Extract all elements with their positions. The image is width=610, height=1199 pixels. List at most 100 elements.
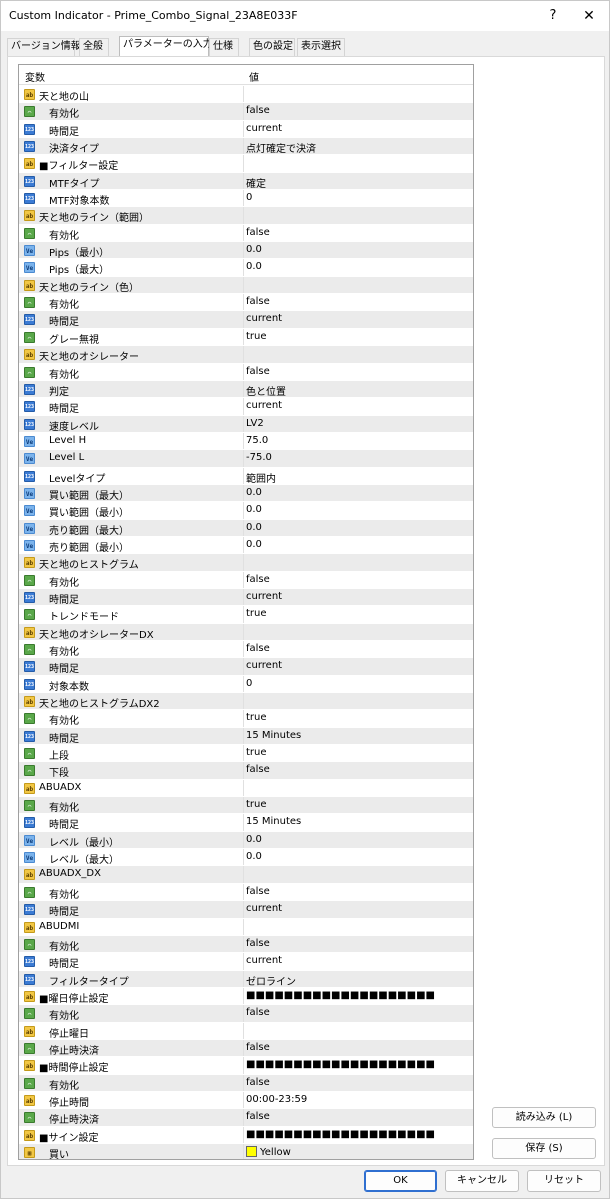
parameter-row[interactable]: 123 MTF対象本数 0 xyxy=(19,190,473,208)
parameter-row[interactable]: 123 MTFタイプ 確定 xyxy=(19,172,473,191)
cancel-button[interactable]: キャンセル xyxy=(445,1170,519,1192)
parameter-value[interactable]: 0.0 xyxy=(246,539,262,550)
parameter-value[interactable]: false xyxy=(246,643,270,654)
parameter-row[interactable]: 123 時間足 current xyxy=(19,588,473,607)
parameter-row[interactable]: ab ■フィルター設定 xyxy=(19,155,473,173)
parameter-row[interactable]: 123 時間足 current xyxy=(19,658,473,676)
parameter-row[interactable]: ⌒ 有効化 false xyxy=(19,1005,473,1023)
parameter-value[interactable]: Yellow xyxy=(246,1145,291,1158)
parameter-value[interactable]: false xyxy=(246,1042,270,1053)
parameter-value[interactable]: 範囲内 xyxy=(246,470,276,485)
parameter-row[interactable]: ab ABUADX xyxy=(19,779,473,798)
parameter-value[interactable]: 0.0 xyxy=(246,487,262,498)
parameter-row[interactable]: 123 対象本数 0 xyxy=(19,675,473,694)
parameter-value[interactable]: 15 Minutes xyxy=(246,730,301,741)
parameter-value[interactable]: current xyxy=(246,660,282,671)
parameter-row[interactable]: ⌒ トレンドモード true xyxy=(19,606,473,624)
parameter-value[interactable]: ■■■■■■■■■■■■■■■■■■■■ xyxy=(246,990,435,1001)
ok-button[interactable]: OK xyxy=(364,1170,437,1192)
parameter-row[interactable]: ab 天と地のライン（範囲） xyxy=(19,207,473,225)
parameter-row[interactable]: Ve Level L -75.0 xyxy=(19,450,473,468)
parameter-value[interactable]: 色と位置 xyxy=(246,383,286,398)
parameter-value[interactable]: 0.0 xyxy=(246,244,262,255)
parameter-value[interactable]: true xyxy=(246,331,267,342)
parameter-row[interactable]: 123 時間足 current xyxy=(19,398,473,416)
parameter-value[interactable]: 0 xyxy=(246,192,252,203)
tab-color-settings[interactable]: 色の設定 xyxy=(249,38,295,56)
parameter-value[interactable]: ■■■■■■■■■■■■■■■■■■■■ xyxy=(246,1129,435,1140)
parameter-value[interactable]: false xyxy=(246,1077,270,1088)
parameter-row[interactable]: ⌒ 有効化 false xyxy=(19,1074,473,1092)
parameter-value[interactable]: 00:00-23:59 xyxy=(246,1094,307,1105)
parameter-row[interactable]: ⌒ 有効化 true xyxy=(19,797,473,815)
parameter-row[interactable]: ab 停止曜日 xyxy=(19,1022,473,1040)
help-button[interactable]: ? xyxy=(543,6,563,26)
parameter-row[interactable]: ab ■時間停止設定 ■■■■■■■■■■■■■■■■■■■■ xyxy=(19,1057,473,1075)
parameter-row[interactable]: ⌒ 有効化 false xyxy=(19,571,473,589)
parameter-value[interactable]: 0.0 xyxy=(246,261,262,272)
tab-version-info[interactable]: バージョン情報 xyxy=(7,38,81,56)
parameter-row[interactable]: ab ■曜日停止設定 ■■■■■■■■■■■■■■■■■■■■ xyxy=(19,987,473,1006)
parameter-row[interactable]: 123 速度レベル LV2 xyxy=(19,415,473,433)
tab-parameter-input[interactable]: パラメーターの入力 xyxy=(119,36,213,57)
parameter-row[interactable]: Ve Pips（最小） 0.0 xyxy=(19,242,473,260)
parameter-row[interactable]: 123 時間足 current xyxy=(19,901,473,919)
parameter-value[interactable]: current xyxy=(246,313,282,324)
parameter-value[interactable]: 点灯確定で決済 xyxy=(246,140,316,155)
parameter-value[interactable]: current xyxy=(246,903,282,914)
close-button[interactable]: ✕ xyxy=(579,6,599,26)
parameter-row[interactable]: Ve 買い範囲（最大） 0.0 xyxy=(19,484,473,503)
parameter-row[interactable]: Ve レベル（最小） 0.0 xyxy=(19,831,473,850)
save-button[interactable]: 保存 (S) xyxy=(492,1138,596,1159)
tab-display-selection[interactable]: 表示選択 xyxy=(297,38,345,56)
parameter-row[interactable]: 123 フィルタータイプ ゼロライン xyxy=(19,970,473,988)
parameter-value[interactable]: current xyxy=(246,591,282,602)
parameter-row[interactable]: ⌒ 停止時決済 false xyxy=(19,1039,473,1058)
parameter-row[interactable]: Ve 売り範囲（最大） 0.0 xyxy=(19,519,473,537)
parameter-row[interactable]: Ve Level H 75.0 xyxy=(19,432,473,451)
parameter-row[interactable]: 123 時間足 15 Minutes xyxy=(19,727,473,746)
parameter-value[interactable]: 0.0 xyxy=(246,851,262,862)
parameter-value[interactable]: 15 Minutes xyxy=(246,816,301,827)
parameter-value[interactable]: true xyxy=(246,747,267,758)
parameter-value[interactable]: LV2 xyxy=(246,418,264,429)
parameter-row[interactable]: Ve 売り範囲（最小） 0.0 xyxy=(19,536,473,555)
parameter-row[interactable]: 123 決済タイプ 点灯確定で決済 xyxy=(19,138,473,156)
parameter-row[interactable]: ⌒ グレー無視 true xyxy=(19,328,473,347)
parameter-value[interactable]: false xyxy=(246,105,270,116)
parameter-row[interactable]: Ve レベル（最大） 0.0 xyxy=(19,849,473,867)
parameter-row[interactable]: 123 判定 色と位置 xyxy=(19,380,473,399)
column-header-value[interactable]: 値 xyxy=(249,69,259,84)
load-button[interactable]: 読み込み (L) xyxy=(492,1107,596,1128)
parameter-value[interactable]: current xyxy=(246,123,282,134)
parameter-value[interactable]: false xyxy=(246,574,270,585)
parameter-row[interactable]: ab 停止時間 00:00-23:59 xyxy=(19,1091,473,1110)
parameter-row[interactable]: ab 天と地のオシレーターDX xyxy=(19,623,473,641)
parameter-row[interactable]: ab 天と地のヒストグラム xyxy=(19,554,473,572)
parameter-row[interactable]: ⌒ 有効化 false xyxy=(19,883,473,902)
parameter-row[interactable]: ⌒ 有効化 false xyxy=(19,641,473,659)
tab-general[interactable]: 全般 xyxy=(79,38,109,56)
parameter-row[interactable]: 123 時間足 current xyxy=(19,953,473,971)
parameter-row[interactable]: ⌒ 有効化 false xyxy=(19,294,473,312)
parameter-value[interactable]: current xyxy=(246,955,282,966)
parameter-value[interactable]: current xyxy=(246,400,282,411)
parameter-row[interactable]: ⌒ 有効化 false xyxy=(19,103,473,121)
parameter-row[interactable]: ab ■サイン設定 ■■■■■■■■■■■■■■■■■■■■ xyxy=(19,1126,473,1144)
parameter-value[interactable]: false xyxy=(246,227,270,238)
parameter-row[interactable]: 123 時間足 15 Minutes xyxy=(19,814,473,832)
parameter-value[interactable]: ゼロライン xyxy=(246,973,296,988)
parameter-value[interactable]: true xyxy=(246,799,267,810)
parameter-row[interactable]: ab ABUADX_DX xyxy=(19,866,473,884)
parameter-row[interactable]: ⌒ 有効化 false xyxy=(19,224,473,243)
parameter-row[interactable]: ⌒ 有効化 false xyxy=(19,363,473,381)
parameter-row[interactable]: ⌒ 下段 false xyxy=(19,762,473,780)
parameter-value[interactable]: 0.0 xyxy=(246,834,262,845)
parameter-value[interactable]: 0.0 xyxy=(246,504,262,515)
parameter-row[interactable]: ab 天と地のオシレーター xyxy=(19,346,473,364)
parameter-value[interactable]: 75.0 xyxy=(246,435,268,446)
parameter-value[interactable]: false xyxy=(246,886,270,897)
parameter-row[interactable]: ab 天と地の山 xyxy=(19,86,473,104)
parameter-value[interactable]: 0 xyxy=(246,678,252,689)
parameter-value[interactable]: 0.0 xyxy=(246,522,262,533)
